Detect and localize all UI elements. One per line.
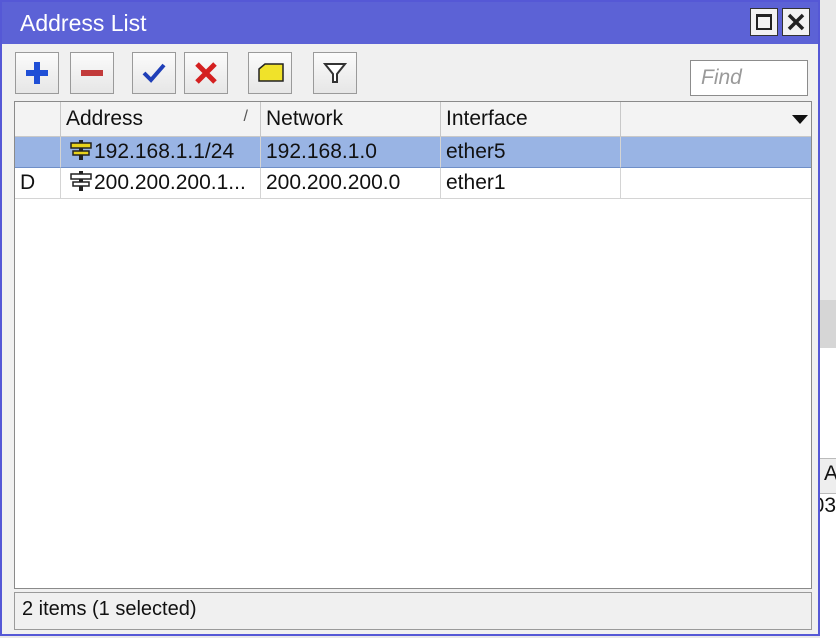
row-flag: [15, 137, 61, 168]
close-icon: [787, 13, 805, 31]
column-header-interface[interactable]: Interface: [441, 102, 621, 136]
background-value-fragment: 03: [820, 494, 836, 517]
comment-icon: [258, 63, 284, 82]
row-extra: [621, 168, 811, 199]
maximize-button[interactable]: [750, 8, 778, 36]
sort-indicator: /: [243, 108, 248, 125]
table-row[interactable]: D 200.200.200.1... 200.200.200.0 ether1: [15, 168, 811, 199]
find-input[interactable]: [690, 60, 808, 96]
filter-button[interactable]: [313, 52, 357, 94]
column-header-label: Address: [66, 107, 144, 130]
x-icon: [195, 62, 217, 84]
table-header: Address / Network Interface: [15, 102, 811, 137]
address-value: 200.200.200.1...: [94, 171, 246, 194]
comment-button[interactable]: [248, 52, 292, 94]
status-bar: 2 items (1 selected): [14, 592, 812, 630]
row-extra: [621, 137, 811, 168]
row-interface: ether5: [441, 137, 621, 168]
ip-address-icon: [70, 171, 92, 191]
address-list-window: Address List Find Address / Network Inte…: [0, 0, 820, 636]
ip-address-icon: [70, 140, 92, 160]
filter-icon: [323, 63, 347, 83]
row-flag: D: [15, 168, 61, 199]
enable-button[interactable]: [132, 52, 176, 94]
window-titlebar[interactable]: Address List: [2, 2, 818, 44]
window-title: Address List: [20, 10, 147, 36]
address-value: 192.168.1.1/24: [94, 140, 235, 163]
toolbar: [2, 44, 818, 100]
remove-icon: [81, 70, 103, 76]
column-header-label: Interface: [446, 107, 528, 130]
add-button[interactable]: [15, 52, 59, 94]
row-address: 200.200.200.1...: [61, 168, 261, 199]
row-address: 192.168.1.1/24: [61, 137, 261, 168]
row-interface: ether1: [441, 168, 621, 199]
column-header-flags[interactable]: [15, 102, 61, 136]
background-divider: [820, 300, 836, 348]
column-header-address[interactable]: Address /: [61, 102, 261, 136]
remove-button[interactable]: [70, 52, 114, 94]
address-table: Address / Network Interface 192.168.1.1/…: [14, 101, 812, 589]
table-row[interactable]: 192.168.1.1/24 192.168.1.0 ether5: [15, 137, 811, 168]
check-icon: [142, 63, 166, 83]
row-network: 192.168.1.0: [261, 137, 441, 168]
add-icon: [26, 62, 48, 84]
close-button[interactable]: [782, 8, 810, 36]
column-chooser-icon[interactable]: [789, 108, 811, 130]
status-text: 2 items (1 selected): [22, 598, 197, 620]
column-header-label: Network: [266, 107, 344, 130]
column-header-network[interactable]: Network: [261, 102, 441, 136]
column-header-extra[interactable]: [621, 102, 811, 136]
background-header-fragment: A: [824, 462, 836, 485]
disable-button[interactable]: [184, 52, 228, 94]
row-network: 200.200.200.0: [261, 168, 441, 199]
